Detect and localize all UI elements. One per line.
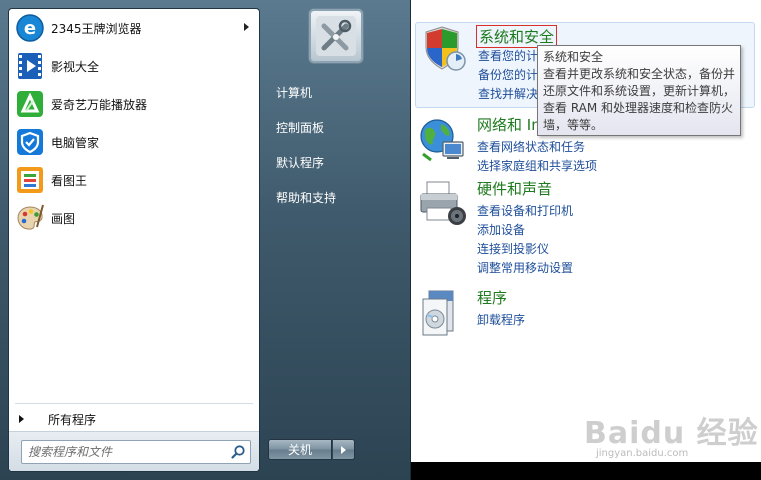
pinned-programs-list: e 2345王牌浏览器 影视大全 爱奇艺万能播放器 电脑管家 看图王 画图 (9, 9, 259, 237)
search-input[interactable] (28, 444, 218, 460)
category-links: 卸载程序 (477, 311, 525, 330)
start-item-label: 默认程序 (276, 155, 325, 170)
search-icon[interactable] (230, 444, 246, 460)
tooltip-line: 查看 RAM 和处理器速度和检查防火 (543, 101, 734, 115)
start-item-computer[interactable]: 计算机 (268, 77, 404, 107)
arrow-right-icon (341, 445, 346, 454)
network-globe-icon (417, 114, 469, 166)
task-link[interactable]: 备份您的计 (478, 66, 538, 85)
program-label: 看图王 (51, 173, 88, 188)
user-picture[interactable] (308, 8, 364, 64)
program-item-paint[interactable]: 画图 (9, 199, 259, 237)
shield-manager-icon (13, 125, 47, 159)
program-item-iqiyi[interactable]: 爱奇艺万能播放器 (9, 85, 259, 123)
program-label: 电脑管家 (51, 135, 100, 150)
program-label: 画图 (51, 211, 76, 226)
shutdown-label: 关机 (287, 443, 312, 457)
program-item-2345-browser[interactable]: e 2345王牌浏览器 (9, 9, 259, 47)
shutdown-options-button[interactable] (333, 439, 355, 460)
task-link[interactable]: 卸载程序 (477, 311, 525, 330)
task-link[interactable]: 选择家庭组和共享选项 (477, 157, 597, 176)
start-menu-programs-pane: e 2345王牌浏览器 影视大全 爱奇艺万能播放器 电脑管家 看图王 画图 所有… (8, 8, 260, 472)
iqiyi-player-icon (13, 87, 47, 121)
programs-box-icon (417, 287, 469, 339)
tooltip-line: 还原文件和系统设置，更新计算机， (543, 84, 736, 98)
all-programs-label: 所有程序 (48, 412, 97, 427)
image-viewer-icon (13, 163, 47, 197)
category-links: 查看设备和打印机 添加设备 连接到投影仪 调整常用移动设置 (477, 202, 573, 278)
paint-palette-icon (13, 201, 47, 235)
task-link[interactable]: 查找并解决 (478, 85, 538, 104)
task-link[interactable]: 添加设备 (477, 221, 573, 240)
tooltip-line: 查看并更改系统和安全状态，备份并 (543, 67, 736, 81)
all-programs-button[interactable]: 所有程序 (9, 407, 259, 431)
start-item-control-panel[interactable]: 控制面板 (268, 112, 404, 142)
task-link[interactable]: 查看网络状态和任务 (477, 138, 597, 157)
search-box[interactable] (21, 440, 251, 464)
taskbar-strip (411, 462, 761, 480)
tooltip-line: 系统和安全 (543, 50, 604, 64)
category-links: 查看网络状态和任务 选择家庭组和共享选项 (477, 138, 597, 176)
task-link[interactable]: 查看设备和打印机 (477, 202, 573, 221)
start-item-label: 计算机 (276, 85, 313, 100)
category-programs[interactable]: 程序 卸载程序 (415, 287, 755, 337)
start-menu: e 2345王牌浏览器 影视大全 爱奇艺万能播放器 电脑管家 看图王 画图 所有… (0, 0, 411, 480)
start-item-label: 控制面板 (276, 120, 325, 135)
task-link[interactable]: 连接到投影仪 (477, 240, 573, 259)
start-item-default-programs[interactable]: 默认程序 (268, 147, 404, 177)
submenu-arrow-icon[interactable] (244, 23, 249, 31)
control-panel-tools-icon (316, 16, 356, 56)
category-links: 查看您的计 备份您的计 查找并解决 (478, 47, 538, 104)
program-item-pc-manager[interactable]: 电脑管家 (9, 123, 259, 161)
svg-text:e: e (24, 18, 36, 39)
category-title[interactable]: 硬件和声音 (477, 178, 552, 199)
shutdown-button[interactable]: 关机 (268, 439, 332, 460)
start-item-label: 帮助和支持 (276, 190, 337, 205)
program-label: 影视大全 (51, 59, 100, 74)
video-film-icon (13, 49, 47, 83)
program-label: 2345王牌浏览器 (51, 21, 142, 36)
search-area (9, 431, 259, 471)
start-item-help-support[interactable]: 帮助和支持 (268, 182, 404, 212)
browser-e-icon: e (13, 11, 47, 45)
tooltip-line: 墙，等等。 (543, 118, 604, 132)
security-shield-icon (418, 23, 470, 75)
program-item-video[interactable]: 影视大全 (9, 47, 259, 85)
programs-separator (15, 403, 253, 404)
category-tooltip: 系统和安全 查看并更改系统和安全状态，备份并 还原文件和系统设置，更新计算机， … (537, 45, 741, 136)
printer-hardware-icon (417, 178, 469, 230)
arrow-right-icon (19, 415, 24, 423)
program-label: 爱奇艺万能播放器 (51, 97, 148, 112)
category-hardware-sound[interactable]: 硬件和声音 查看设备和打印机 添加设备 连接到投影仪 调整常用移动设置 (415, 178, 755, 278)
program-item-image-viewer[interactable]: 看图王 (9, 161, 259, 199)
task-link[interactable]: 查看您的计 (478, 47, 538, 66)
category-title[interactable]: 程序 (477, 287, 507, 308)
task-link[interactable]: 调整常用移动设置 (477, 259, 573, 278)
